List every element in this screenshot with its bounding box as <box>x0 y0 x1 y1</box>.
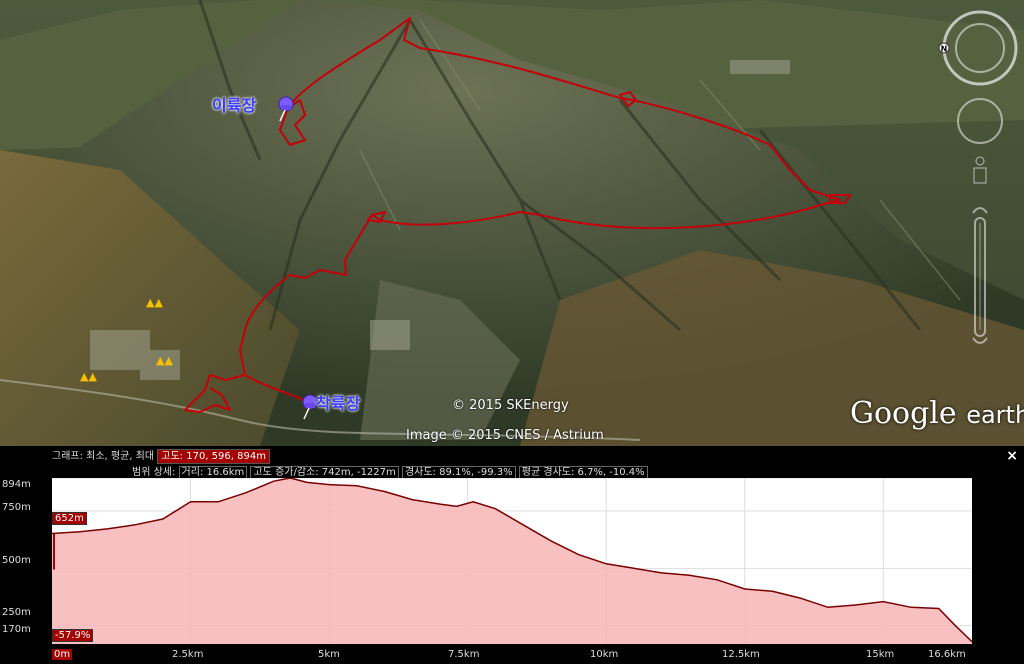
google-earth-logo-earth: earth <box>966 401 1024 429</box>
takeoff-pushpin-icon[interactable] <box>274 96 296 122</box>
terrain-imagery[interactable] <box>0 0 1024 446</box>
x-tick-label: 2.5km <box>172 649 204 660</box>
elevation-chart-svg[interactable] <box>51 477 973 644</box>
copyright-imagery: Image © 2015 CNES / Astrium <box>406 428 604 443</box>
graph-summary-label: 그래프: 최소, 평균, 최대 <box>52 451 155 462</box>
current-slope-tag: -57.9% <box>52 629 94 642</box>
navigation-controls: N <box>938 10 1018 344</box>
x-tick-label: 7.5km <box>448 649 480 660</box>
village-icon[interactable]: ▲▲ <box>156 354 173 367</box>
landing-label[interactable]: 착륙장 <box>316 390 360 414</box>
x-tick-label: 5km <box>318 649 340 660</box>
elevation-summary[interactable]: 고도: 170, 596, 894m <box>157 449 270 464</box>
range-stats-label: 범위 상세: <box>132 467 176 478</box>
x-tick-label: 12.5km <box>722 649 760 660</box>
zoom-slider[interactable] <box>972 207 988 344</box>
current-elevation-tag: 652m <box>52 512 87 525</box>
x-tick-label: 10km <box>590 649 619 660</box>
map-view[interactable]: 이륙장 착륙장 ▲▲ ▲▲ ▲▲ © 2015 SKEnergy Image ©… <box>0 0 1024 446</box>
elevation-chart[interactable] <box>51 477 973 644</box>
x-tick-label: 16.6km <box>928 649 966 660</box>
move-joystick[interactable] <box>957 98 1003 144</box>
y-tick-label: 250m <box>2 607 31 618</box>
x-tick-label: 15km <box>866 649 895 660</box>
village-icon[interactable]: ▲▲ <box>146 296 163 309</box>
y-tick-label: 894m <box>2 479 31 490</box>
village-icon[interactable]: ▲▲ <box>80 370 97 383</box>
copyright-skenergy: © 2015 SKEnergy <box>452 398 569 413</box>
graph-summary: 그래프: 최소, 평균, 최대 고도: 170, 596, 894m <box>52 447 270 464</box>
y-tick-label: 500m <box>2 555 31 566</box>
takeoff-label[interactable]: 이륙장 <box>212 92 256 116</box>
street-view-pegman-icon[interactable] <box>973 156 987 184</box>
google-earth-logo: Google earth <box>850 396 1024 431</box>
range-stats: 범위 상세: 거리: 16.6km 고도 증가/감소: 742m, -1227m… <box>132 463 648 479</box>
svg-text:N: N <box>941 45 948 54</box>
google-earth-logo-google: Google <box>850 396 957 431</box>
elevation-profile-panel: 그래프: 최소, 평균, 최대 고도: 170, 596, 894m 범위 상세… <box>0 446 1024 664</box>
y-tick-label: 170m <box>2 624 31 635</box>
close-profile-button[interactable]: × <box>1006 448 1018 464</box>
look-joystick[interactable]: N <box>938 10 1018 86</box>
x-tick-label: 0m <box>52 649 73 660</box>
y-tick-label: 750m <box>2 502 31 513</box>
